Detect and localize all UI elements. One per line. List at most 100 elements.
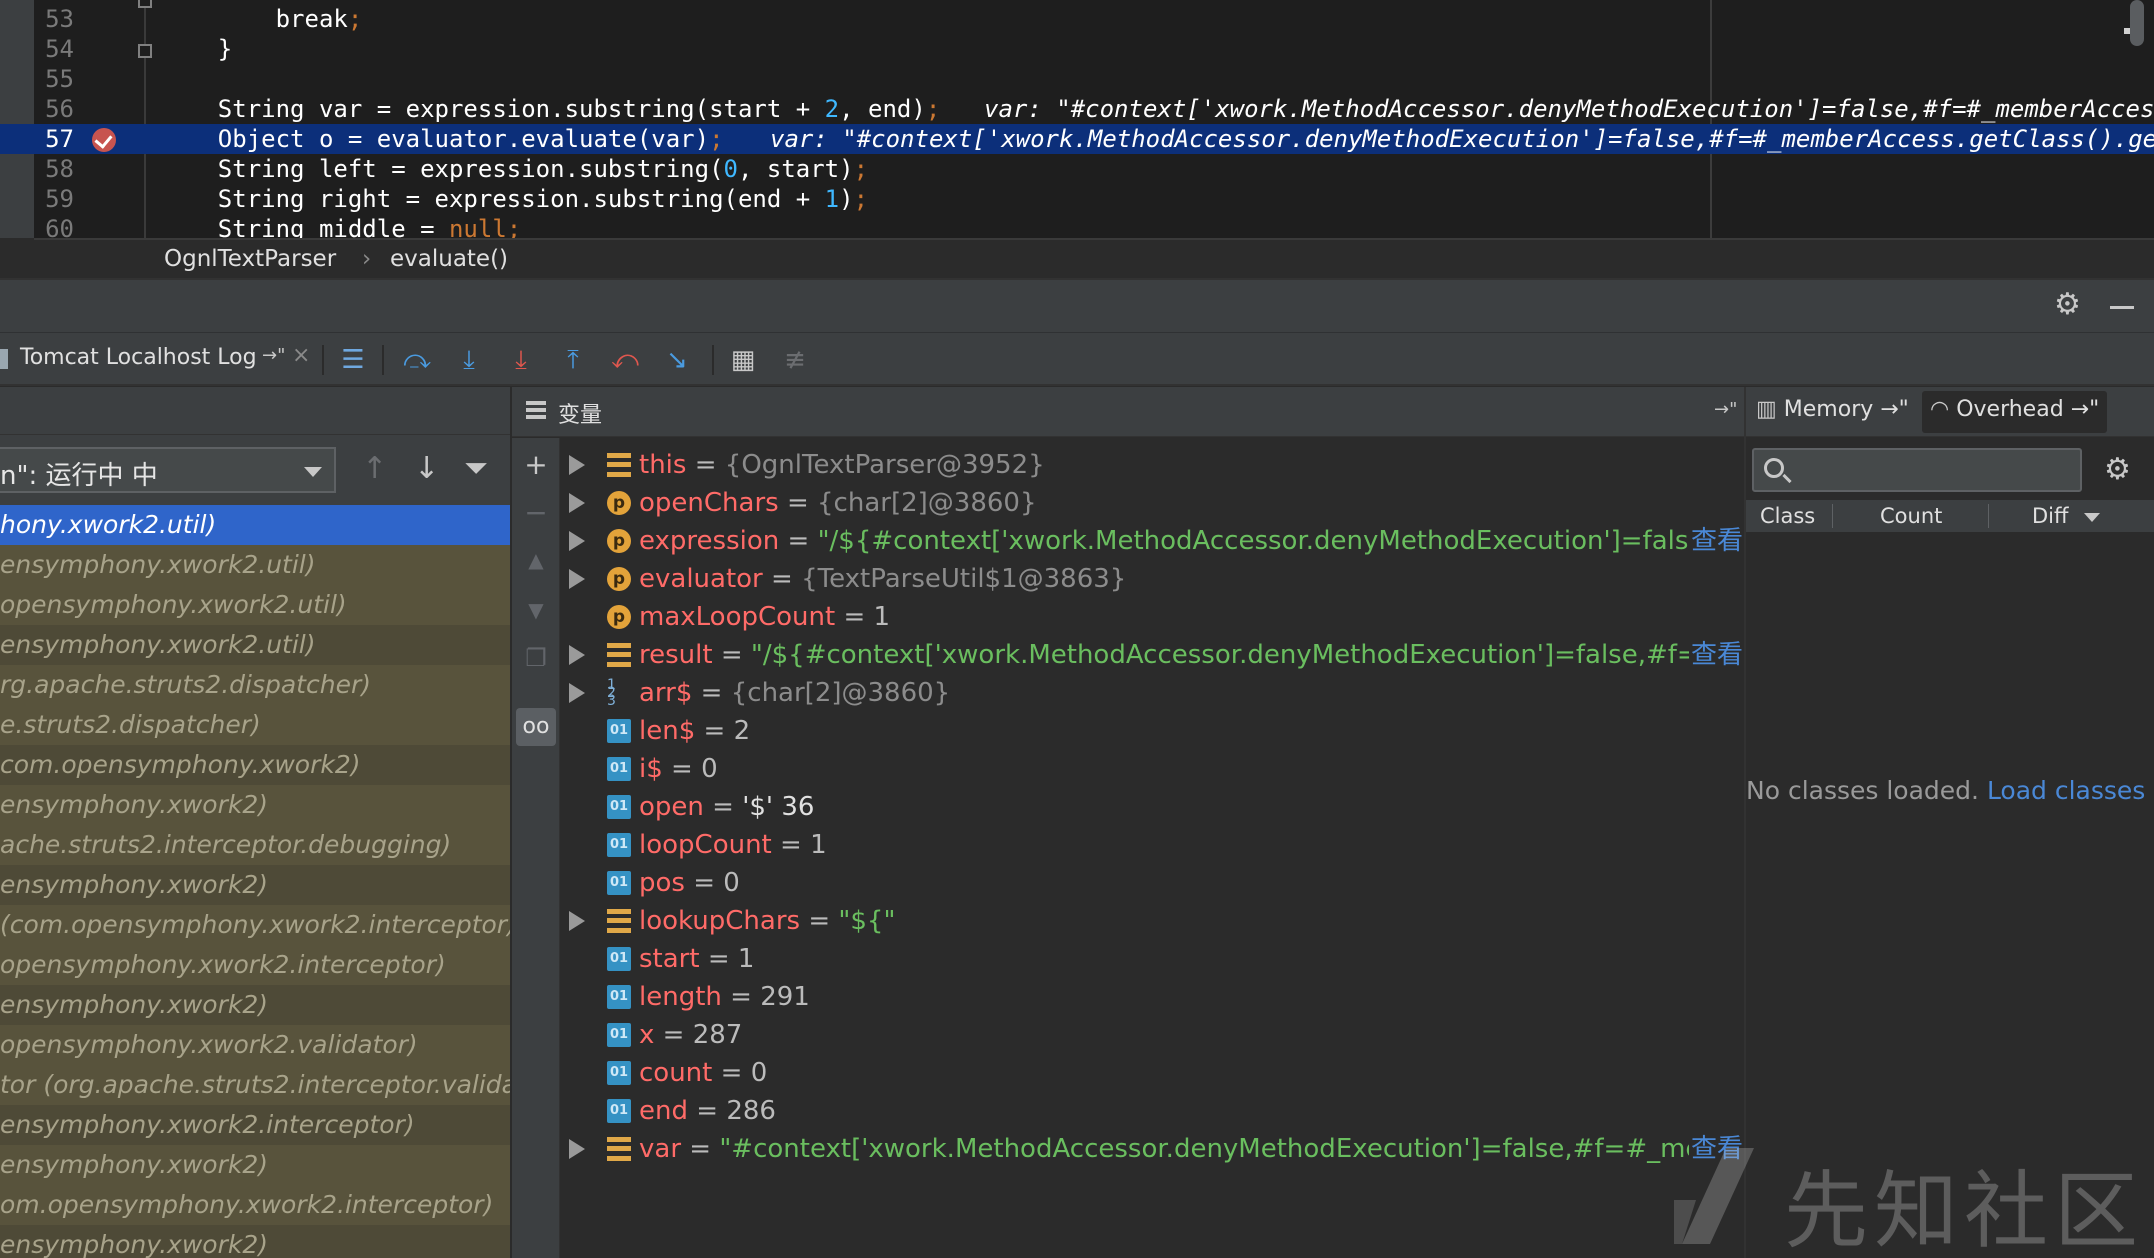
breadcrumb-class[interactable]: OgnlTextParser xyxy=(164,246,336,272)
expand-arrow-icon[interactable] xyxy=(569,569,585,589)
tab-tomcat-localhost-log[interactable]: Tomcat Localhost Log →" × xyxy=(0,333,318,387)
copy-icon[interactable]: ❐ xyxy=(512,644,560,672)
variable-row[interactable]: p expression = "/${#context['xwork.Method… xyxy=(561,522,1744,560)
pin-icon[interactable]: →" xyxy=(262,345,285,366)
frame-item[interactable]: ache.struts2.interceptor.debugging) xyxy=(0,825,510,865)
evaluate-expression-icon[interactable]: ▦ xyxy=(726,343,760,377)
frame-item[interactable]: com.opensymphony.xwork2) xyxy=(0,745,510,785)
frame-item[interactable]: ensymphony.xwork2) xyxy=(0,785,510,825)
frame-item[interactable]: tor (org.apache.struts2.interceptor.vali… xyxy=(0,1065,510,1105)
variable-row[interactable]: lookupChars = "${" xyxy=(561,902,1744,940)
view-link[interactable]: 查看 xyxy=(1689,522,1744,560)
view-link[interactable]: 查看 xyxy=(1689,636,1744,674)
code-editor[interactable]: 53 break; 54 } 55 56 String var = expressio… xyxy=(0,0,2154,238)
frame-item[interactable]: ensymphony.xwork2) xyxy=(0,1225,510,1258)
frame-item[interactable]: ensymphony.xwork2.util) xyxy=(0,545,510,585)
filter-icon[interactable]: ⏷ xyxy=(464,451,488,487)
expand-arrow-icon[interactable] xyxy=(569,1139,585,1159)
frame-item[interactable]: opensymphony.xwork2.interceptor) xyxy=(0,945,510,985)
variable-row[interactable]: 01 len$ = 2 xyxy=(561,712,1744,750)
column-class[interactable]: Class xyxy=(1760,500,1815,532)
variable-row[interactable]: 01 length = 291 xyxy=(561,978,1744,1016)
variable-value: 286 xyxy=(726,1096,776,1126)
frame-item[interactable]: ensymphony.xwork2.util) xyxy=(0,625,510,665)
expand-arrow-icon[interactable] xyxy=(569,493,585,513)
variable-row[interactable]: this = {OgnlTextParser@3952} xyxy=(561,446,1744,484)
frame-item[interactable]: ensymphony.xwork2.interceptor) xyxy=(0,1105,510,1145)
expand-arrow-icon[interactable] xyxy=(569,531,585,551)
frame-item[interactable]: opensymphony.xwork2.validator) xyxy=(0,1025,510,1065)
variable-row[interactable]: 01 pos = 0 xyxy=(561,864,1744,902)
close-icon[interactable]: × xyxy=(292,343,310,368)
code-line[interactable]: 60 String middle = null; xyxy=(0,214,2154,238)
gear-icon[interactable]: ⚙ xyxy=(2054,290,2081,320)
variable-row[interactable]: 01 loopCount = 1 xyxy=(561,826,1744,864)
step-into-icon[interactable]: ⤓ xyxy=(452,343,486,377)
variable-row[interactable]: 01 x = 287 xyxy=(561,1016,1744,1054)
tab-memory[interactable]: ▥ Memory →" xyxy=(1756,397,1909,422)
variable-row[interactable]: 01 i$ = 0 xyxy=(561,750,1744,788)
trace-icon[interactable]: ≢ xyxy=(778,343,812,377)
load-classes-link[interactable]: Load classes xyxy=(1987,776,2145,805)
frame-item[interactable]: opensymphony.xwork2.util) xyxy=(0,585,510,625)
variable-row[interactable]: 01 open = '$' 36 xyxy=(561,788,1744,826)
frame-item[interactable]: ensymphony.xwork2) xyxy=(0,985,510,1025)
column-separator xyxy=(1832,504,1833,528)
glasses-icon[interactable]: oo xyxy=(516,708,556,746)
run-to-cursor-icon[interactable]: ↘ xyxy=(660,343,694,377)
move-up-icon[interactable]: ▲ xyxy=(512,548,560,572)
frame-item[interactable]: e.struts2.dispatcher) xyxy=(0,705,510,745)
variable-row[interactable]: p evaluator = {TextParseUtil$1@3863} xyxy=(561,560,1744,598)
code-line[interactable]: 58 String left = expression.substring(0,… xyxy=(0,154,2154,184)
variable-row[interactable]: 01 count = 0 xyxy=(561,1054,1744,1092)
expand-arrow-icon[interactable] xyxy=(569,683,585,703)
force-step-into-icon[interactable]: ⤓ xyxy=(504,343,538,377)
step-out-icon[interactable]: ⤒ xyxy=(556,343,590,377)
pin-icon[interactable]: →" xyxy=(1714,399,1737,420)
column-count[interactable]: Count xyxy=(1880,500,1942,532)
step-over-icon[interactable]: ⤼ xyxy=(400,343,434,377)
code-line[interactable]: 55 xyxy=(0,64,2154,94)
expand-arrow-icon[interactable] xyxy=(569,911,585,931)
frame-item[interactable]: rg.apache.struts2.dispatcher) xyxy=(0,665,510,705)
gear-icon[interactable]: ⚙ xyxy=(2104,452,2131,487)
column-diff[interactable]: Diff xyxy=(2032,500,2068,532)
variable-row[interactable]: p maxLoopCount = 1 xyxy=(561,598,1744,636)
editor-scrollbar[interactable] xyxy=(2130,0,2144,46)
arrow-up-icon[interactable]: ↑ xyxy=(362,451,387,487)
expand-arrow-icon[interactable] xyxy=(569,455,585,475)
variable-row[interactable]: p openChars = {char[2]@3860} xyxy=(561,484,1744,522)
tab-overhead[interactable]: ◠ Overhead →" xyxy=(1922,391,2108,433)
variable-text: result = "/${#context['xwork.MethodAcces… xyxy=(639,636,1744,674)
breakpoint-icon[interactable] xyxy=(92,128,116,152)
variable-text: start = 1 xyxy=(639,940,754,978)
code-line-current[interactable]: 57 Object o = evaluator.evaluate(var); va… xyxy=(0,124,2154,154)
minimize-icon[interactable] xyxy=(2110,306,2134,309)
code-line[interactable]: 53 break; xyxy=(0,4,2154,34)
variable-row[interactable]: var = "#context['xwork.MethodAccessor.de… xyxy=(561,1130,1744,1168)
breadcrumb-method[interactable]: evaluate() xyxy=(390,246,508,272)
drop-frame-icon[interactable]: ⤺ xyxy=(608,343,642,377)
code-line[interactable]: 59 String right = expression.substring(e… xyxy=(0,184,2154,214)
code-line[interactable]: 56 String var = expression.substring(sta… xyxy=(0,94,2154,124)
frame-item[interactable]: ensymphony.xwork2) xyxy=(0,865,510,905)
arrow-down-icon[interactable]: ↓ xyxy=(414,451,439,487)
frame-item[interactable]: (com.opensymphony.xwork2.interceptor) xyxy=(0,905,510,945)
add-watch-icon[interactable]: + xyxy=(512,448,560,481)
fold-marker-icon[interactable] xyxy=(138,44,152,58)
variable-row[interactable]: 1 2 3 arr$ = {char[2]@3860} xyxy=(561,674,1744,712)
code-line[interactable]: 54 } xyxy=(0,34,2154,64)
remove-watch-icon[interactable]: − xyxy=(512,496,560,529)
variable-row[interactable]: result = "/${#context['xwork.MethodAcces… xyxy=(561,636,1744,674)
variable-row[interactable]: 01 start = 1 xyxy=(561,940,1744,978)
show-execution-point-icon[interactable]: ☰ xyxy=(336,343,370,377)
variable-row[interactable]: 01 end = 286 xyxy=(561,1092,1744,1130)
frame-item-selected[interactable]: hony.xwork2.util) xyxy=(0,505,510,545)
class-search-input[interactable] xyxy=(1752,448,2082,492)
thread-selector[interactable]: n": 运行中 中 xyxy=(0,447,336,493)
expand-arrow-icon[interactable] xyxy=(569,645,585,665)
move-down-icon[interactable]: ▼ xyxy=(512,598,560,622)
frame-item[interactable]: ensymphony.xwork2) xyxy=(0,1145,510,1185)
frame-item[interactable]: om.opensymphony.xwork2.interceptor) xyxy=(0,1185,510,1225)
fold-marker-icon[interactable] xyxy=(138,0,152,8)
